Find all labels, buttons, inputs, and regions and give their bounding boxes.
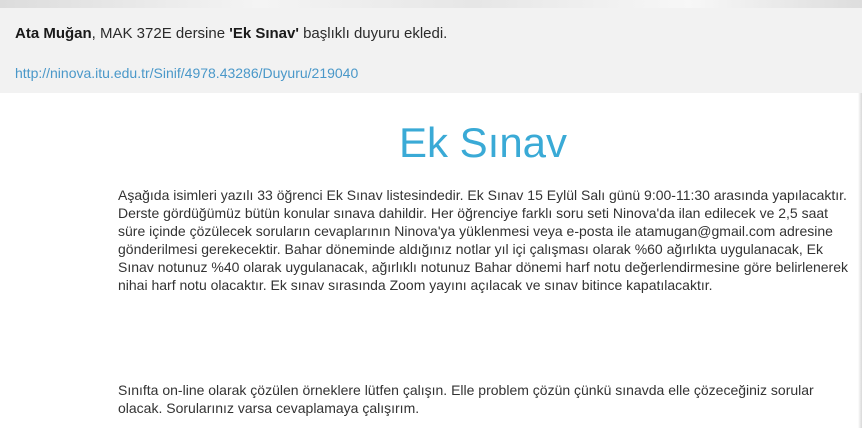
right-edge-shadow xyxy=(858,93,862,428)
author-name: Ata Muğan xyxy=(15,25,92,42)
announcement-paragraph-2: Sınıfta on-line olarak çözülen örneklere… xyxy=(118,382,814,416)
notification-text: Ata Muğan, MAK 372E dersine 'Ek Sınav' b… xyxy=(15,25,447,42)
announcement-title: Ek Sınav xyxy=(398,119,568,166)
announcement-link[interactable]: http://ninova.itu.edu.tr/Sinif/4978.4328… xyxy=(15,65,358,81)
notification-text-after: başlıklı duyuru ekledi. xyxy=(298,25,448,42)
announcement-title-quoted: 'Ek Sınav' xyxy=(229,25,299,42)
notification-header: Ata Muğan, MAK 372E dersine 'Ek Sınav' b… xyxy=(0,8,862,93)
notification-text-before: , MAK 372E dersine xyxy=(91,25,230,42)
top-decorative-strip xyxy=(0,0,862,8)
announcement-paragraph-1: Aşağıda isimleri yazılı 33 öğrenci Ek Sı… xyxy=(118,187,849,293)
